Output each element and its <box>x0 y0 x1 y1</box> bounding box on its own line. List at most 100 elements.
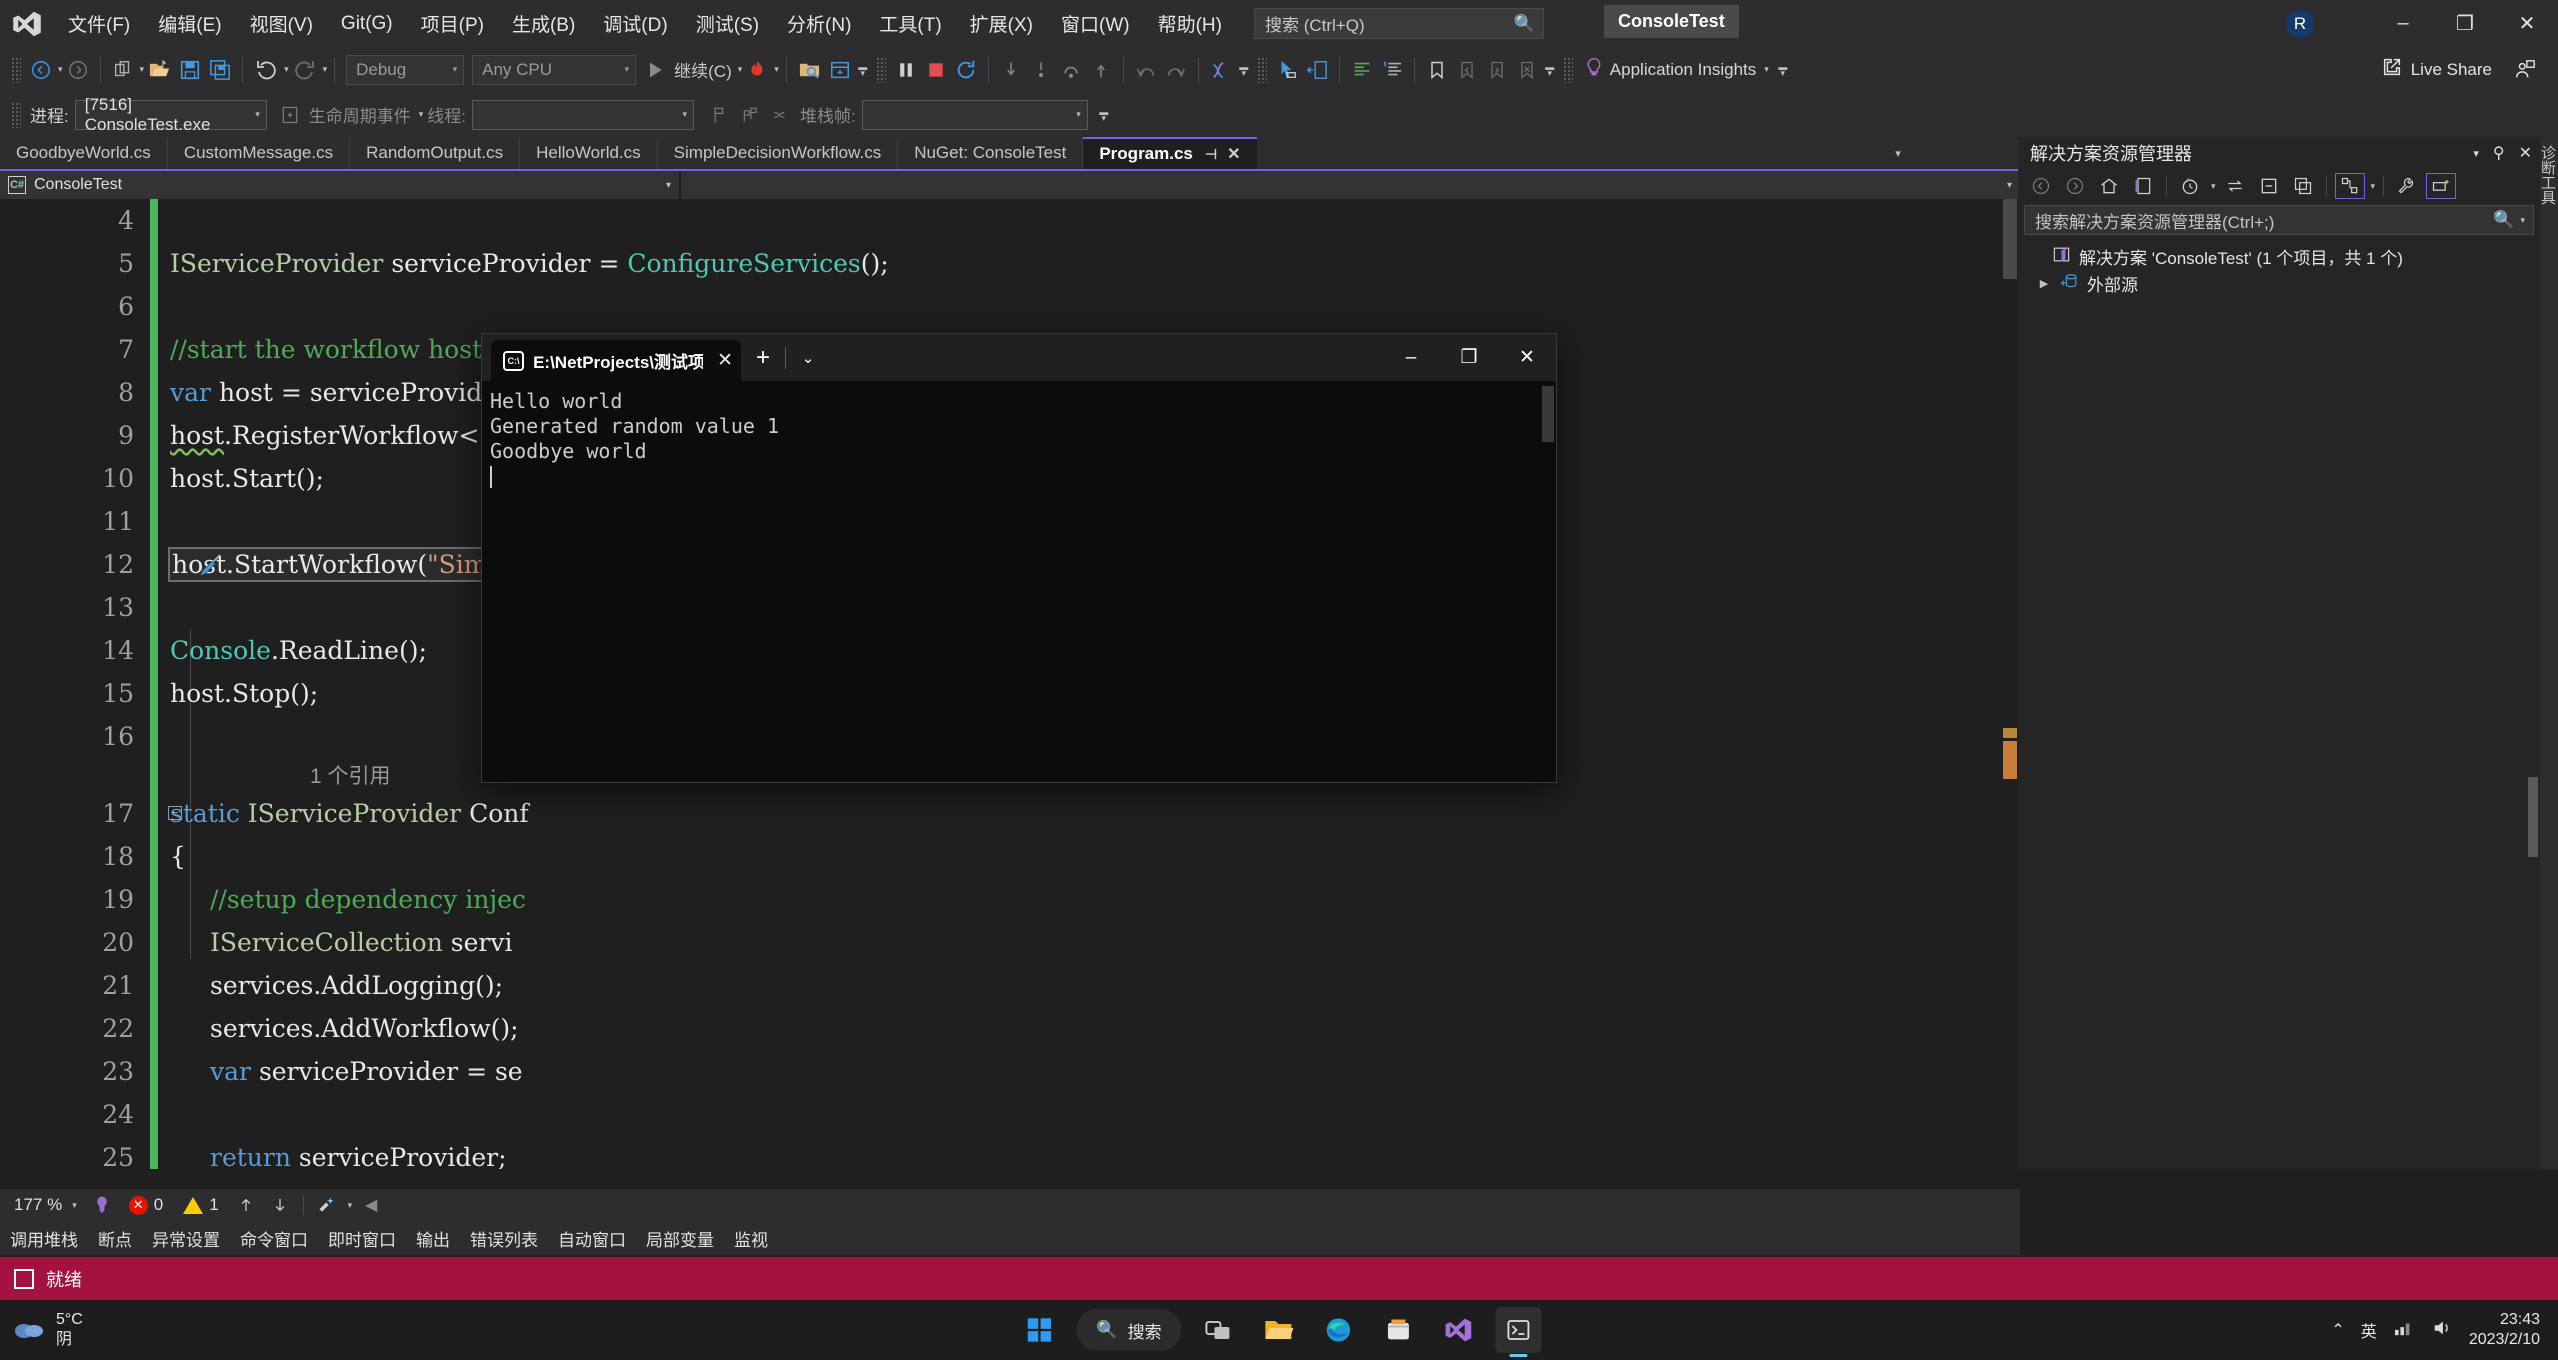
collapse-region-icon[interactable]: − <box>168 806 182 820</box>
panel-tab-autos[interactable]: 自动窗口 <box>548 1221 636 1255</box>
chevron-down-icon[interactable]: ▾ <box>419 109 424 120</box>
save-all-icon[interactable] <box>205 53 235 87</box>
toolbar-grip[interactable] <box>11 102 21 128</box>
toolbar-overflow-icon[interactable]: ▬▾ <box>1542 64 1558 76</box>
panel-tab-watch[interactable]: 监视 <box>724 1221 778 1255</box>
close-icon[interactable]: ✕ <box>1227 144 1240 164</box>
document-tab-program[interactable]: Program.cs ⊣ ✕ <box>1083 137 1256 169</box>
navbar-member-selector[interactable]: ▾ <box>680 171 2020 199</box>
menu-project[interactable]: 项目(P) <box>407 0 498 47</box>
taskbar-search[interactable]: 🔍 搜索 <box>1076 1309 1181 1351</box>
chevron-down-icon[interactable]: ▾ <box>2473 147 2479 160</box>
sync-with-active-document-icon[interactable] <box>2220 173 2250 199</box>
application-insights-button[interactable]: Application Insights ▾ <box>1578 56 1775 83</box>
edge-browser-icon[interactable] <box>1316 1307 1362 1353</box>
minimize-button[interactable]: – <box>2372 0 2434 47</box>
menu-git[interactable]: Git(G) <box>327 0 407 47</box>
toolbar-grip[interactable] <box>876 57 886 83</box>
solution-explorer-scrollbar[interactable] <box>2526 777 2540 1169</box>
scrollbar-thumb[interactable] <box>2528 777 2538 857</box>
panel-tab-exception-settings[interactable]: 异常设置 <box>142 1221 230 1255</box>
close-icon[interactable]: ✕ <box>2519 143 2532 163</box>
tree-node-external-sources[interactable]: ▶ 外部源 <box>2028 270 2540 297</box>
zoom-level-combo[interactable]: 177 % ▾ <box>8 1195 83 1215</box>
ime-indicator[interactable]: 英 <box>2361 1318 2377 1342</box>
hot-reload-icon[interactable] <box>742 53 772 87</box>
chevron-down-icon[interactable]: ▾ <box>2371 181 2376 192</box>
toolbar-grip[interactable] <box>1563 57 1573 83</box>
code-text[interactable]: host.Start(); <box>170 464 324 493</box>
pin-icon[interactable]: ⊣ <box>1205 146 1217 163</box>
toggle-bookmark-icon[interactable] <box>1422 53 1452 87</box>
indent-structure-icon[interactable] <box>1302 53 1332 87</box>
warning-count-item[interactable]: 1 <box>175 1195 226 1215</box>
visual-studio-icon[interactable] <box>1436 1307 1482 1353</box>
solution-platform-combo[interactable]: Any CPU ▾ <box>472 55 636 85</box>
panel-tab-breakpoints[interactable]: 断点 <box>88 1221 142 1255</box>
navigate-back-icon[interactable] <box>26 53 56 87</box>
back-icon[interactable] <box>2026 173 2056 199</box>
pause-icon[interactable] <box>891 53 921 87</box>
panel-tab-command-window[interactable]: 命令窗口 <box>230 1221 318 1255</box>
menu-test[interactable]: 测试(S) <box>682 0 773 47</box>
close-button[interactable]: ✕ <box>2496 0 2558 47</box>
windows-start-icon[interactable] <box>1016 1307 1062 1353</box>
arrow-up-icon[interactable] <box>231 1192 261 1218</box>
next-bookmark-icon[interactable] <box>1482 53 1512 87</box>
chevron-down-icon[interactable]: ▾ <box>2520 215 2525 226</box>
code-text[interactable]: //start the workflow host <box>170 335 482 364</box>
code-text[interactable]: { <box>170 842 186 871</box>
menu-build[interactable]: 生成(B) <box>498 0 589 47</box>
pointer-select-icon[interactable] <box>1272 53 1302 87</box>
menu-edit[interactable]: 编辑(E) <box>144 0 235 47</box>
terminal-tab-close-icon[interactable]: ✕ <box>717 349 733 372</box>
toolbar-overflow-icon[interactable]: ▬▾ <box>1236 64 1252 76</box>
comment-selection-icon[interactable] <box>1347 53 1377 87</box>
restart-icon[interactable] <box>951 53 981 87</box>
forward-icon[interactable] <box>2060 173 2090 199</box>
pending-changes-icon[interactable] <box>2175 173 2205 199</box>
chevron-right-icon[interactable]: ▶ <box>2036 277 2052 290</box>
code-text[interactable]: var serviceProvider = se <box>210 1057 523 1086</box>
view-class-diagram-icon[interactable] <box>2335 173 2365 199</box>
code-text[interactable]: return serviceProvider; <box>210 1143 507 1169</box>
chevron-down-icon[interactable]: ▾ <box>2211 181 2216 192</box>
play-icon[interactable] <box>640 53 670 87</box>
tab-overflow-icon[interactable]: ▾ <box>1880 137 1916 169</box>
navigate-forward-icon[interactable] <box>63 53 93 87</box>
document-tab-simpledecisionworkflow[interactable]: SimpleDecisionWorkflow.cs <box>658 137 899 169</box>
new-project-icon[interactable] <box>108 53 138 87</box>
continue-button-label[interactable]: 继续(C) <box>670 57 736 82</box>
chevron-down-icon[interactable]: ▾ <box>1764 64 1769 75</box>
redo-icon[interactable] <box>289 53 321 87</box>
terminal-maximize-button[interactable]: ❐ <box>1440 334 1498 381</box>
tree-node-solution[interactable]: 解决方案 'ConsoleTest' (1 个项目，共 1 个) <box>2028 243 2540 270</box>
live-share-button[interactable]: Live Share <box>2381 56 2492 83</box>
solution-explorer-search[interactable]: 搜索解决方案资源管理器(Ctrl+;) 🔍 ▾ <box>2024 205 2534 235</box>
step-over-icon[interactable] <box>1056 53 1086 87</box>
panel-tab-immediate-window[interactable]: 即时窗口 <box>318 1221 406 1255</box>
collapse-all-icon[interactable] <box>2254 173 2284 199</box>
panel-tab-output[interactable]: 输出 <box>406 1221 460 1255</box>
document-tab-nuget[interactable]: NuGet: ConsoleTest <box>898 137 1083 169</box>
code-map-icon[interactable] <box>1206 53 1236 87</box>
menu-analyze[interactable]: 分析(N) <box>773 0 865 47</box>
network-icon[interactable] <box>2393 1319 2415 1342</box>
tray-chevron-icon[interactable]: ⌃ <box>2331 1320 2344 1340</box>
menu-window[interactable]: 窗口(W) <box>1047 0 1144 47</box>
toolbar-overflow-icon[interactable]: ▬▾ <box>855 64 871 76</box>
code-text[interactable]: static IServiceProvider Conf <box>170 799 529 828</box>
panel-tab-error-list[interactable]: 错误列表 <box>460 1221 548 1255</box>
menu-help[interactable]: 帮助(H) <box>1144 0 1236 47</box>
code-text[interactable]: IServiceCollection servi <box>210 928 512 957</box>
screwdriver-icon[interactable] <box>196 551 224 579</box>
file-explorer-icon[interactable] <box>1256 1307 1302 1353</box>
code-text[interactable]: Console.ReadLine(); <box>170 636 427 665</box>
toolbar-overflow-icon[interactable]: ▬▾ <box>1096 109 1112 121</box>
step-back-icon[interactable] <box>1131 53 1161 87</box>
error-count-item[interactable]: ✕ 0 <box>121 1195 171 1215</box>
terminal-tab[interactable]: C:\ E:\NetProjects\测试项目\Cons ✕ <box>491 340 741 381</box>
chevron-left-icon[interactable]: ◀ <box>356 1192 386 1218</box>
terminal-close-button[interactable]: ✕ <box>1498 334 1556 381</box>
pin-icon[interactable]: ⚲ <box>2493 143 2505 163</box>
